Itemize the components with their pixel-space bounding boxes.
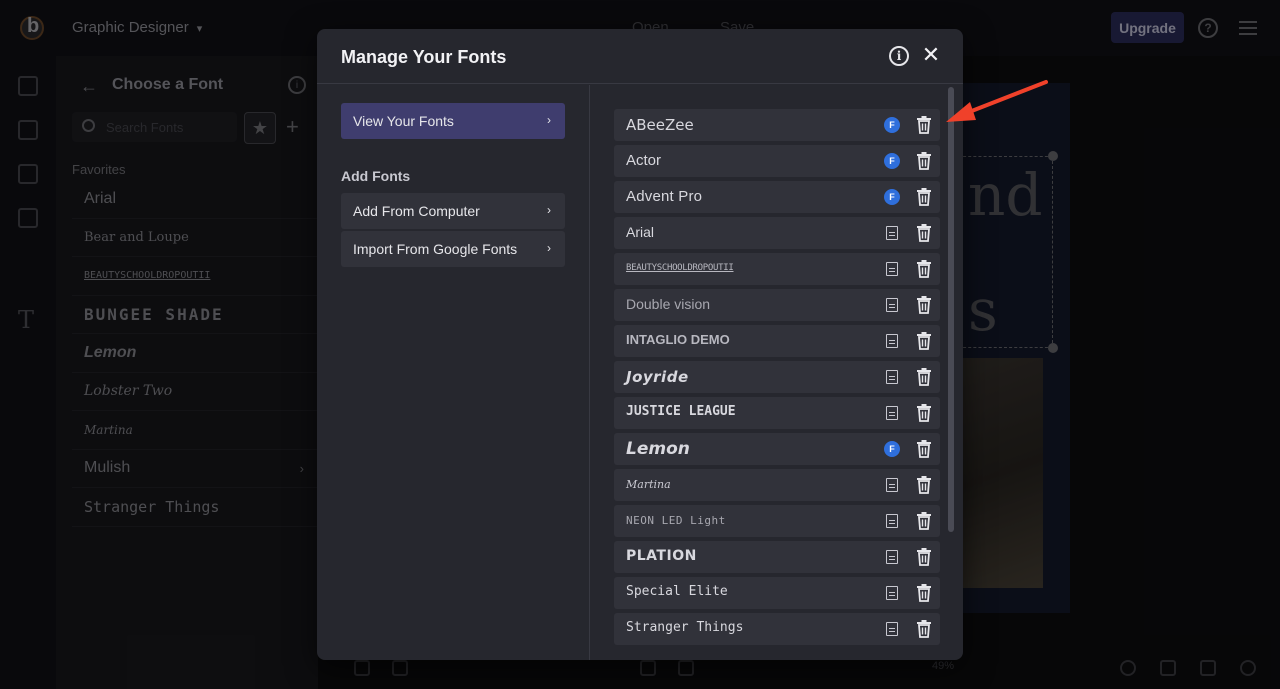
font-name: Special Elite — [626, 584, 728, 599]
manage-fonts-modal: Manage Your Fonts i ✕ View Your Fonts › … — [317, 29, 963, 660]
font-row[interactable]: Stranger Things — [614, 613, 940, 645]
font-name: Joyride — [626, 368, 689, 386]
google-font-icon: F — [884, 153, 900, 169]
annotation-arrow-icon — [946, 80, 1048, 122]
font-name: Double vision — [626, 296, 711, 312]
font-row[interactable]: Advent Pro F — [614, 181, 940, 213]
font-row[interactable]: Actor F — [614, 145, 940, 177]
font-name: NEON LED Light — [626, 514, 726, 527]
font-row[interactable]: PLATION — [614, 541, 940, 573]
font-row[interactable]: Special Elite — [614, 577, 940, 609]
chevron-right-icon: › — [547, 113, 551, 127]
trash-icon[interactable] — [916, 116, 932, 134]
file-font-icon — [886, 550, 898, 564]
font-list: ABeeZee F Actor F Advent Pro F Arial BEAUTYSCHO… — [614, 109, 940, 649]
font-row[interactable]: JUSTICE LEAGUE — [614, 397, 940, 429]
trash-icon[interactable] — [916, 476, 932, 494]
font-row[interactable]: Joyride — [614, 361, 940, 393]
font-row[interactable]: ABeeZee F — [614, 109, 940, 141]
trash-icon[interactable] — [916, 584, 932, 602]
view-your-fonts-button[interactable]: View Your Fonts › — [341, 103, 565, 139]
file-font-icon — [886, 370, 898, 384]
trash-icon[interactable] — [916, 404, 932, 422]
modal-header: Manage Your Fonts i ✕ — [317, 29, 963, 84]
import-google-fonts-button[interactable]: Import From Google Fonts › — [341, 231, 565, 267]
font-row[interactable]: Double vision — [614, 289, 940, 321]
font-name: Advent Pro — [626, 188, 703, 205]
trash-icon[interactable] — [916, 152, 932, 170]
font-name: INTAGLIO DEMO — [626, 332, 730, 347]
file-font-icon — [886, 262, 898, 276]
google-font-icon: F — [884, 117, 900, 133]
trash-icon[interactable] — [916, 332, 932, 350]
trash-icon[interactable] — [916, 296, 932, 314]
scrollbar[interactable] — [948, 87, 954, 532]
font-row[interactable]: Lemon F — [614, 433, 940, 465]
view-your-fonts-label: View Your Fonts — [353, 113, 454, 129]
file-font-icon — [886, 586, 898, 600]
font-name: Stranger Things — [626, 620, 744, 635]
font-row[interactable]: INTAGLIO DEMO — [614, 325, 940, 357]
font-name: PLATION — [626, 548, 697, 564]
font-name: ABeeZee — [626, 116, 694, 134]
file-font-icon — [886, 334, 898, 348]
font-row[interactable]: NEON LED Light — [614, 505, 940, 537]
fonts-list-panel: ABeeZee F Actor F Advent Pro F Arial BEAUTYSCHO… — [591, 85, 963, 660]
trash-icon[interactable] — [916, 620, 932, 638]
font-name: Martina — [626, 478, 671, 491]
font-name: Arial — [626, 224, 655, 240]
font-row[interactable]: Arial — [614, 217, 940, 249]
add-fonts-heading: Add Fonts — [341, 168, 411, 184]
file-font-icon — [886, 622, 898, 636]
font-name: BEAUTYSCHOOLDROPOUTII — [626, 263, 734, 273]
trash-icon[interactable] — [916, 188, 932, 206]
close-icon[interactable]: ✕ — [921, 42, 941, 67]
trash-icon[interactable] — [916, 512, 932, 530]
chevron-right-icon: › — [547, 203, 551, 217]
modal-nav: View Your Fonts › Add Fonts Add From Com… — [317, 85, 590, 660]
google-font-icon: F — [884, 189, 900, 205]
add-from-computer-label: Add From Computer — [353, 203, 480, 219]
trash-icon[interactable] — [916, 224, 932, 242]
font-name: Actor — [626, 152, 662, 169]
trash-icon[interactable] — [916, 440, 932, 458]
trash-icon[interactable] — [916, 548, 932, 566]
font-name: Lemon — [626, 439, 690, 459]
file-font-icon — [886, 226, 898, 240]
google-font-icon: F — [884, 441, 900, 457]
add-from-computer-button[interactable]: Add From Computer › — [341, 193, 565, 229]
info-icon[interactable]: i — [889, 46, 909, 66]
file-font-icon — [886, 478, 898, 492]
import-google-fonts-label: Import From Google Fonts — [353, 241, 518, 257]
font-row[interactable]: BEAUTYSCHOOLDROPOUTII — [614, 253, 940, 285]
trash-icon[interactable] — [916, 368, 932, 386]
modal-title: Manage Your Fonts — [341, 47, 507, 67]
file-font-icon — [886, 514, 898, 528]
font-name: JUSTICE LEAGUE — [626, 404, 736, 419]
file-font-icon — [886, 298, 898, 312]
chevron-right-icon: › — [547, 241, 551, 255]
file-font-icon — [886, 406, 898, 420]
font-row[interactable]: Martina — [614, 469, 940, 501]
trash-icon[interactable] — [916, 260, 932, 278]
